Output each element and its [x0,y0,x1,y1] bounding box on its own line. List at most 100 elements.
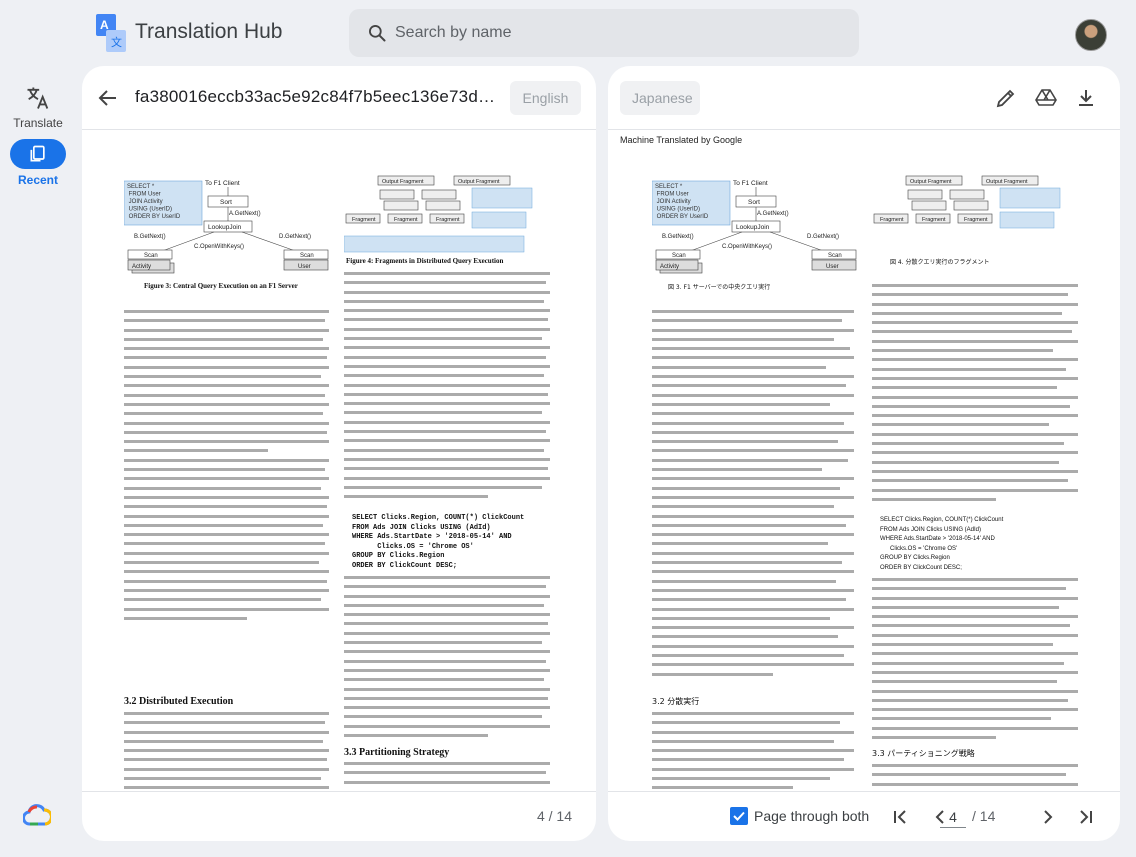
pencil-icon[interactable] [994,86,1018,110]
translated-panel-footer: Page through both / 14 [608,791,1120,841]
figure-4-diagram-translated: Output Fragment Output Fragment Fragment… [873,175,1061,229]
search-input[interactable] [395,21,835,45]
diagram-output-fragment-1: Output Fragment [382,179,424,185]
sql-code-block: SELECT Clicks.Region, COUNT(*) ClickCoun… [352,514,525,570]
source-panel-footer: 4 / 14 [82,791,596,841]
document-title: fa380016eccb33ac5e92c84f7b5eec136e73d3f1… [135,87,495,106]
diagram-to-f1-client: To F1 Client [205,180,240,187]
check-icon [733,811,745,821]
translated-text-column-2c [872,764,1078,791]
diagram-scan-left: Scan [144,253,158,259]
figure-3-diagram: SELECT * FROM User JOIN Activity USING (… [124,180,329,274]
diagram-fragment-3: Fragment [436,217,460,223]
download-icon[interactable] [1074,86,1098,110]
diagram-to-f1-client-ja: To F1 Client [733,180,768,187]
diagram-user: User [298,264,311,270]
source-document-panel: fa380016eccb33ac5e92c84f7b5eec136e73d3f1… [82,66,596,841]
machine-translated-note: Machine Translated by Google [620,135,743,145]
target-language-chip: Japanese [620,81,700,115]
section-3-3-heading-translated: 3.3 パーティショニング戦略 [872,749,975,758]
page-through-both-checkbox[interactable] [730,807,748,825]
section-3-2-heading-translated: 3.2 分散実行 [652,697,700,706]
page-total: / 14 [972,808,996,824]
diagram-fragment-2-ja: Fragment [922,217,946,223]
svg-text:A: A [100,18,109,32]
body-text-column-2b [344,576,550,744]
body-text-column-2c [344,762,550,791]
diagram-d-getnext-ja: D.GetNext() [807,234,839,240]
diagram-scan-right-ja: Scan [828,253,842,259]
copy-documents-icon [30,145,45,162]
drive-icon[interactable] [1034,86,1058,110]
figure-4-caption: Figure 4: Fragments in Distributed Query… [346,257,504,265]
diagram-lookupjoin: LookupJoin [208,224,242,231]
search-bar[interactable] [349,9,859,57]
diagram-query-line: USING (UserID) [655,207,700,213]
diagram-scan-right: Scan [300,253,314,259]
diagram-query-line: JOIN Activity [127,199,163,205]
translate-icon [27,87,49,109]
page-through-both-label[interactable]: Page through both [754,808,869,824]
source-page[interactable]: SELECT * FROM User JOIN Activity USING (… [82,130,596,791]
rail-label-recent: Recent [17,173,58,187]
diagram-a-getnext: A.GetNext() [229,211,261,217]
diagram-query-line: ORDER BY UserID [127,214,181,220]
section-3-3-heading: 3.3 Partitioning Strategy [344,747,450,758]
diagram-c-openwithkeys: C.OpenWithKeys() [194,244,244,250]
google-cloud-icon [23,804,51,826]
translated-text-column-2 [872,284,1078,510]
diagram-output-fragment-2: Output Fragment [458,179,500,185]
body-text-column-1b [124,712,329,791]
translated-text-column-2b [872,578,1078,744]
top-bar: A 文 Translation Hub [0,0,1136,66]
diagram-activity: Activity [132,264,151,270]
source-page-indicator: 4 / 14 [536,808,572,824]
last-page-icon[interactable] [1076,807,1096,827]
diagram-fragment-3-ja: Fragment [964,217,988,223]
translated-page[interactable]: Machine Translated by Google SELECT * FR… [608,130,1120,791]
svg-text:文: 文 [111,35,122,49]
figure-4-diagram: Output Fragment Output Fragment Fragment… [344,175,533,253]
app-title: Translation Hub [135,20,283,43]
translated-document-panel: Japanese Machine Translated by Google SE… [608,66,1120,841]
page-number-input[interactable] [940,806,966,828]
chevron-right-icon[interactable] [1038,807,1058,827]
diagram-query-line: JOIN Activity [655,199,691,205]
arrow-back-icon[interactable] [96,86,120,110]
diagram-query-line: SELECT * [127,184,155,190]
body-text-column-2 [344,272,550,508]
rail-item-translate[interactable]: Translate [0,84,76,130]
search-icon [369,25,386,42]
translated-panel-header: Japanese [608,66,1120,130]
figure-4-caption-translated: 図 4. 分散クエリ実行のフラグメント [890,259,990,266]
rail-active-indicator [10,139,66,169]
rail-item-recent[interactable]: Recent [0,139,76,187]
diagram-sort-ja: Sort [748,199,760,206]
figure-3-caption: Figure 3: Central Query Execution on an … [144,282,298,290]
source-panel-header: fa380016eccb33ac5e92c84f7b5eec136e73d3f1… [82,66,596,130]
body-text-column-1 [124,310,329,638]
diagram-activity-ja: Activity [660,264,679,270]
section-3-2-heading: 3.2 Distributed Execution [124,696,234,707]
diagram-query-line: SELECT * [655,184,683,190]
translated-text-column-1 [652,310,854,692]
diagram-fragment-1-ja: Fragment [880,217,904,223]
diagram-a-getnext-ja: A.GetNext() [757,211,789,217]
source-language-chip: English [510,81,581,115]
diagram-query-line: USING (UserID) [127,207,172,213]
diagram-b-getnext: B.GetNext() [134,234,166,240]
figure-3-diagram-translated: SELECT * FROM User JOIN Activity USING (… [652,180,857,274]
diagram-sort: Sort [220,199,232,206]
diagram-c-openwithkeys-ja: C.OpenWithKeys() [722,244,772,250]
first-page-icon[interactable] [890,807,910,827]
rail-label-translate: Translate [13,116,63,130]
diagram-query-line: FROM User [655,192,689,198]
diagram-output-fragment-2-ja: Output Fragment [986,179,1028,185]
diagram-d-getnext: D.GetNext() [279,234,311,240]
diagram-query-line: ORDER BY UserID [655,214,709,220]
avatar[interactable] [1075,19,1107,51]
translate-hub-logo-icon: A 文 [96,14,126,52]
diagram-fragment-1: Fragment [352,217,376,223]
diagram-b-getnext-ja: B.GetNext() [662,234,694,240]
diagram-query-line: FROM User [127,192,161,198]
